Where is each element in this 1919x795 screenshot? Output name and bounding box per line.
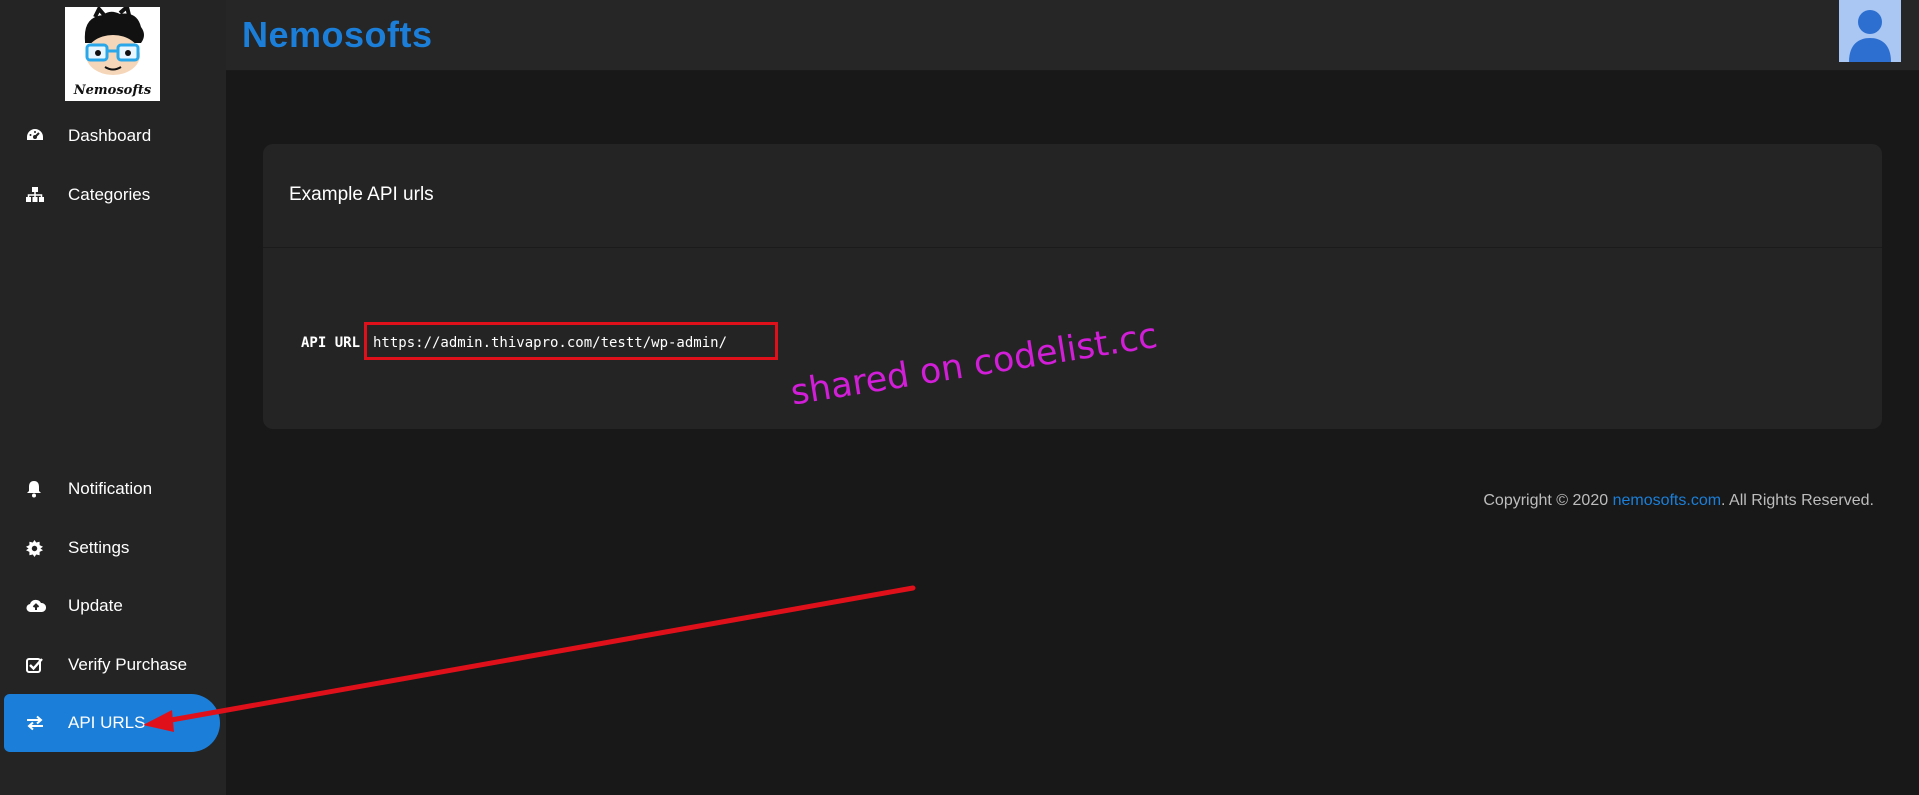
api-url-label: API URL (301, 335, 361, 351)
user-icon (1849, 10, 1891, 62)
sidebar-item-label: Categories (68, 185, 151, 204)
footer-rights: . All Rights Reserved. (1721, 492, 1874, 509)
card-header: Example API urls (263, 144, 1882, 248)
sidebar-item-settings[interactable]: Settings (4, 519, 220, 577)
top-bar: Nemosofts (226, 0, 1919, 71)
sidebar: Nemosofts Dashboard Categories Notificat… (0, 0, 226, 795)
sidebar-item-label: Dashboard (68, 126, 152, 145)
sidebar-item-label: Settings (68, 538, 130, 557)
footer: Copyright © 2020 nemosofts.com. All Righ… (1483, 492, 1874, 510)
avatar[interactable] (1839, 0, 1901, 62)
footer-link[interactable]: nemosofts.com (1613, 492, 1721, 509)
sidebar-item-label: Notification (68, 479, 153, 498)
sidebar-item-verify-purchase[interactable]: Verify Purchase (4, 636, 220, 694)
logo-text: Nemosofts (73, 83, 152, 98)
sidebar-item-update[interactable]: Update (4, 577, 220, 635)
check-square-icon (26, 652, 52, 678)
cloud-upload-icon (26, 593, 52, 619)
dashboard-icon (26, 123, 52, 149)
sidebar-item-notification[interactable]: Notification (4, 460, 220, 518)
bell-icon (26, 476, 52, 502)
exchange-icon (26, 710, 52, 736)
card-title: Example API urls (289, 184, 434, 205)
sidebar-item-dashboard[interactable]: Dashboard (4, 107, 220, 165)
sidebar-item-categories[interactable]: Categories (4, 166, 220, 224)
sidebar-item-label: Verify Purchase (68, 655, 188, 674)
logo-icon: Nemosofts (73, 3, 152, 98)
footer-copyright: Copyright © 2020 (1483, 492, 1613, 509)
sitemap-icon (26, 182, 52, 208)
logo[interactable]: Nemosofts (65, 3, 160, 101)
api-urls-card: Example API urls API URL https://admin.t… (263, 144, 1882, 429)
sidebar-item-api-urls[interactable]: API URLS (4, 694, 220, 752)
sidebar-item-label: Update (68, 596, 123, 615)
brand-title[interactable]: Nemosofts (242, 14, 433, 56)
sidebar-item-label: API URLS (68, 713, 146, 732)
gear-icon (26, 535, 52, 561)
annotation-highlight-box (364, 322, 778, 360)
